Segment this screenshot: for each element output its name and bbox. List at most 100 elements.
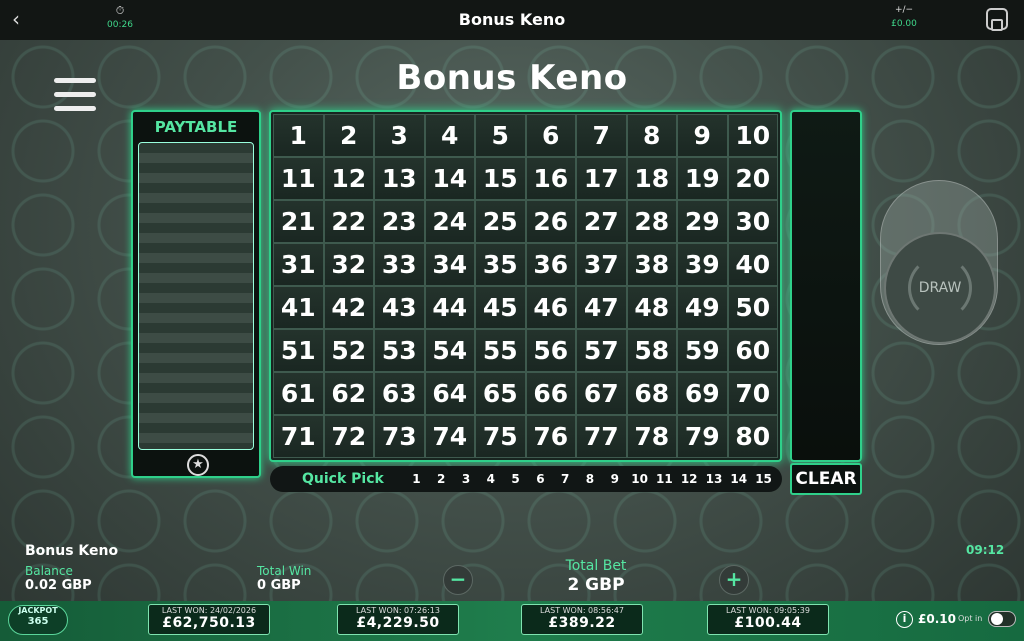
quick-pick-option[interactable]: 3 bbox=[454, 472, 479, 486]
keno-number-cell[interactable]: 14 bbox=[424, 157, 475, 200]
keno-number-cell[interactable]: 48 bbox=[626, 286, 677, 329]
quick-pick-option[interactable]: 13 bbox=[702, 472, 727, 486]
hamburger-menu-icon[interactable] bbox=[54, 78, 96, 114]
keno-number-cell[interactable]: 25 bbox=[475, 200, 526, 243]
quick-pick-option[interactable]: 9 bbox=[602, 472, 627, 486]
keno-number-cell[interactable]: 41 bbox=[273, 286, 324, 329]
keno-number-cell[interactable]: 43 bbox=[374, 286, 425, 329]
quick-pick-option[interactable]: 5 bbox=[503, 472, 528, 486]
keno-number-cell[interactable]: 62 bbox=[323, 372, 374, 415]
quick-pick-option[interactable]: 15 bbox=[751, 472, 776, 486]
keno-number-cell[interactable]: 66 bbox=[525, 372, 576, 415]
keno-number-cell[interactable]: 38 bbox=[626, 243, 677, 286]
quick-pick-option[interactable]: 1 bbox=[404, 472, 429, 486]
keno-number-cell[interactable]: 76 bbox=[525, 415, 576, 458]
keno-number-cell[interactable]: 18 bbox=[626, 157, 677, 200]
keno-number-cell[interactable]: 12 bbox=[323, 157, 374, 200]
keno-number-cell[interactable]: 5 bbox=[475, 114, 526, 157]
quick-pick-option[interactable]: 4 bbox=[478, 472, 503, 486]
keno-number-cell[interactable]: 3 bbox=[374, 114, 425, 157]
keno-number-cell[interactable]: 2 bbox=[323, 114, 374, 157]
keno-number-cell[interactable]: 36 bbox=[525, 243, 576, 286]
keno-number-cell[interactable]: 65 bbox=[475, 372, 526, 415]
keno-number-cell[interactable]: 79 bbox=[677, 415, 728, 458]
keno-number-cell[interactable]: 30 bbox=[727, 200, 778, 243]
keno-number-cell[interactable]: 34 bbox=[424, 243, 475, 286]
keno-number-cell[interactable]: 78 bbox=[626, 415, 677, 458]
keno-number-cell[interactable]: 73 bbox=[374, 415, 425, 458]
keno-number-cell[interactable]: 7 bbox=[576, 114, 627, 157]
keno-number-cell[interactable]: 51 bbox=[273, 329, 324, 372]
keno-number-cell[interactable]: 44 bbox=[424, 286, 475, 329]
quick-pick-option[interactable]: 6 bbox=[528, 472, 553, 486]
quick-pick-option[interactable]: 7 bbox=[553, 472, 578, 486]
keno-number-cell[interactable]: 54 bbox=[424, 329, 475, 372]
keno-number-cell[interactable]: 46 bbox=[525, 286, 576, 329]
keno-number-cell[interactable]: 39 bbox=[677, 243, 728, 286]
keno-number-cell[interactable]: 32 bbox=[323, 243, 374, 286]
keno-number-cell[interactable]: 33 bbox=[374, 243, 425, 286]
keno-number-cell[interactable]: 57 bbox=[576, 329, 627, 372]
keno-number-cell[interactable]: 42 bbox=[323, 286, 374, 329]
keno-number-cell[interactable]: 68 bbox=[626, 372, 677, 415]
quick-pick-option[interactable]: 12 bbox=[677, 472, 702, 486]
keno-number-cell[interactable]: 64 bbox=[424, 372, 475, 415]
popout-icon[interactable] bbox=[986, 8, 1008, 31]
keno-number-cell[interactable]: 11 bbox=[273, 157, 324, 200]
keno-number-cell[interactable]: 67 bbox=[576, 372, 627, 415]
keno-number-cell[interactable]: 19 bbox=[677, 157, 728, 200]
keno-number-cell[interactable]: 77 bbox=[576, 415, 627, 458]
keno-number-cell[interactable]: 63 bbox=[374, 372, 425, 415]
increase-bet-button[interactable]: + bbox=[719, 565, 749, 595]
keno-number-cell[interactable]: 10 bbox=[727, 114, 778, 157]
quick-pick-option[interactable]: 10 bbox=[627, 472, 652, 486]
keno-number-cell[interactable]: 6 bbox=[525, 114, 576, 157]
keno-number-cell[interactable]: 27 bbox=[576, 200, 627, 243]
keno-number-cell[interactable]: 15 bbox=[475, 157, 526, 200]
keno-number-cell[interactable]: 72 bbox=[323, 415, 374, 458]
quick-pick-option[interactable]: 8 bbox=[578, 472, 603, 486]
star-icon[interactable]: ★ bbox=[187, 454, 209, 476]
keno-number-cell[interactable]: 17 bbox=[576, 157, 627, 200]
keno-number-cell[interactable]: 8 bbox=[626, 114, 677, 157]
quick-pick-option[interactable]: 11 bbox=[652, 472, 677, 486]
keno-number-cell[interactable]: 28 bbox=[626, 200, 677, 243]
keno-number-cell[interactable]: 74 bbox=[424, 415, 475, 458]
keno-number-cell[interactable]: 4 bbox=[424, 114, 475, 157]
keno-number-cell[interactable]: 49 bbox=[677, 286, 728, 329]
clear-button[interactable]: CLEAR bbox=[790, 463, 862, 495]
keno-number-cell[interactable]: 37 bbox=[576, 243, 627, 286]
draw-button[interactable]: DRAW bbox=[884, 232, 996, 344]
keno-number-cell[interactable]: 35 bbox=[475, 243, 526, 286]
keno-number-cell[interactable]: 53 bbox=[374, 329, 425, 372]
keno-number-cell[interactable]: 29 bbox=[677, 200, 728, 243]
keno-number-cell[interactable]: 80 bbox=[727, 415, 778, 458]
keno-number-cell[interactable]: 59 bbox=[677, 329, 728, 372]
keno-number-cell[interactable]: 31 bbox=[273, 243, 324, 286]
keno-number-cell[interactable]: 45 bbox=[475, 286, 526, 329]
keno-number-cell[interactable]: 56 bbox=[525, 329, 576, 372]
keno-number-cell[interactable]: 24 bbox=[424, 200, 475, 243]
keno-number-cell[interactable]: 69 bbox=[677, 372, 728, 415]
keno-number-cell[interactable]: 21 bbox=[273, 200, 324, 243]
keno-number-cell[interactable]: 75 bbox=[475, 415, 526, 458]
keno-number-cell[interactable]: 52 bbox=[323, 329, 374, 372]
decrease-bet-button[interactable]: − bbox=[443, 565, 473, 595]
info-icon[interactable]: i bbox=[896, 611, 913, 628]
keno-number-cell[interactable]: 23 bbox=[374, 200, 425, 243]
keno-number-cell[interactable]: 70 bbox=[727, 372, 778, 415]
keno-number-cell[interactable]: 22 bbox=[323, 200, 374, 243]
keno-number-cell[interactable]: 16 bbox=[525, 157, 576, 200]
keno-number-cell[interactable]: 9 bbox=[677, 114, 728, 157]
keno-number-cell[interactable]: 71 bbox=[273, 415, 324, 458]
keno-number-cell[interactable]: 61 bbox=[273, 372, 324, 415]
keno-number-cell[interactable]: 20 bbox=[727, 157, 778, 200]
quick-pick-option[interactable]: 2 bbox=[429, 472, 454, 486]
keno-number-cell[interactable]: 60 bbox=[727, 329, 778, 372]
quick-pick-option[interactable]: 14 bbox=[726, 472, 751, 486]
keno-number-cell[interactable]: 13 bbox=[374, 157, 425, 200]
keno-number-cell[interactable]: 1 bbox=[273, 114, 324, 157]
keno-number-cell[interactable]: 40 bbox=[727, 243, 778, 286]
keno-number-cell[interactable]: 55 bbox=[475, 329, 526, 372]
opt-in-toggle[interactable] bbox=[988, 611, 1016, 627]
